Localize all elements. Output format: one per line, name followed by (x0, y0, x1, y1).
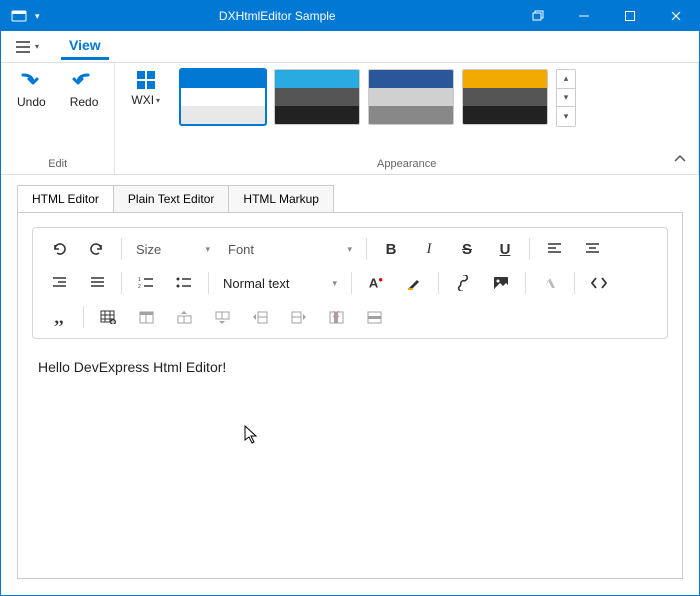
mouse-cursor-icon (244, 425, 260, 445)
group-label-edit: Edit (13, 154, 102, 172)
strike-button[interactable]: S (449, 234, 485, 264)
tab-plain-text[interactable]: Plain Text Editor (113, 185, 230, 212)
align-left-button[interactable] (536, 234, 572, 264)
ribbon-group-edit: Undo Redo Edit (1, 63, 115, 174)
redo-label: Redo (70, 95, 99, 109)
image-button[interactable] (483, 268, 519, 298)
editor-toolbar: Size▾ Font▾ B I S U 12 Normal text▾ (32, 227, 668, 339)
undo-label: Undo (17, 95, 46, 109)
align-center-button[interactable] (574, 234, 610, 264)
font-color-button[interactable]: A● (358, 268, 394, 298)
gallery-expand-button[interactable]: ▾ (557, 107, 575, 126)
doc-tabs: HTML Editor Plain Text Editor HTML Marku… (1, 175, 699, 212)
ribbon-tab-view[interactable]: View (61, 33, 109, 60)
ribbon: Undo Redo Edit WXI▾ (1, 63, 699, 175)
tab-html-editor[interactable]: HTML Editor (17, 185, 114, 212)
insert-table-button[interactable] (90, 302, 126, 332)
content-text: Hello DevExpress Html Editor! (38, 359, 226, 375)
insert-col-left-button[interactable] (242, 302, 278, 332)
gallery-down-button[interactable]: ▾ (557, 89, 575, 108)
window-title: DXHtmlEditor Sample (40, 9, 515, 23)
bold-button[interactable]: B (373, 234, 409, 264)
theme-swatch-2[interactable] (274, 69, 360, 125)
link-button[interactable] (445, 268, 481, 298)
minimize-button[interactable] (561, 1, 607, 31)
theme-swatch-3[interactable] (368, 69, 454, 125)
gallery-nav: ▴ ▾ ▾ (556, 69, 576, 127)
titlebar: ▾ DXHtmlEditor Sample (1, 1, 699, 31)
table-header-button[interactable] (128, 302, 164, 332)
svg-text:1: 1 (138, 277, 141, 283)
clear-format-button[interactable] (532, 268, 568, 298)
file-menu-button[interactable]: ▾ (9, 36, 45, 58)
maximize-button[interactable] (607, 1, 653, 31)
insert-row-above-button[interactable] (166, 302, 202, 332)
blockquote-button[interactable]: ,, (41, 302, 77, 332)
system-buttons (515, 1, 699, 31)
svg-text:2: 2 (138, 284, 141, 290)
tab-html-markup[interactable]: HTML Markup (228, 185, 334, 212)
theme-swatch-1[interactable] (180, 69, 266, 125)
app-window: ▾ DXHtmlEditor Sample ▾ View Undo Re (0, 0, 700, 596)
font-select[interactable]: Font▾ (220, 234, 360, 264)
bullet-list-button[interactable] (166, 268, 202, 298)
redo-icon[interactable] (79, 234, 115, 264)
highlight-button[interactable] (396, 268, 432, 298)
ordered-list-button[interactable]: 12 (128, 268, 164, 298)
editor-content[interactable]: Hello DevExpress Html Editor! (32, 339, 668, 564)
ribbon-tabs: ▾ View (1, 31, 699, 63)
wxi-label: WXI (131, 93, 154, 107)
align-right-button[interactable] (41, 268, 77, 298)
insert-row-below-button[interactable] (204, 302, 240, 332)
skin-wxi-button[interactable]: WXI▾ (127, 69, 164, 109)
group-label-appearance: Appearance (127, 154, 686, 172)
undo-icon[interactable] (41, 234, 77, 264)
app-icon (11, 9, 27, 23)
grid-icon (137, 71, 155, 89)
undo-button[interactable]: Undo (13, 69, 50, 111)
theme-swatch-4[interactable] (462, 69, 548, 125)
align-justify-button[interactable] (79, 268, 115, 298)
delete-row-button[interactable] (356, 302, 392, 332)
ribbon-group-appearance: WXI▾ ▴ ▾ ▾ Appearance (115, 63, 699, 174)
restore-skin-button[interactable] (515, 1, 561, 31)
underline-button[interactable]: U (487, 234, 523, 264)
code-view-button[interactable] (581, 268, 617, 298)
editor-panel: Size▾ Font▾ B I S U 12 Normal text▾ (17, 212, 683, 579)
insert-col-right-button[interactable] (280, 302, 316, 332)
close-button[interactable] (653, 1, 699, 31)
paragraph-select[interactable]: Normal text▾ (215, 268, 345, 298)
redo-button[interactable]: Redo (66, 69, 103, 111)
theme-gallery: ▴ ▾ ▾ (180, 69, 576, 127)
gallery-up-button[interactable]: ▴ (557, 70, 575, 89)
delete-col-button[interactable] (318, 302, 354, 332)
italic-button[interactable]: I (411, 234, 447, 264)
size-select[interactable]: Size▾ (128, 234, 218, 264)
ribbon-collapse-button[interactable] (673, 152, 687, 166)
